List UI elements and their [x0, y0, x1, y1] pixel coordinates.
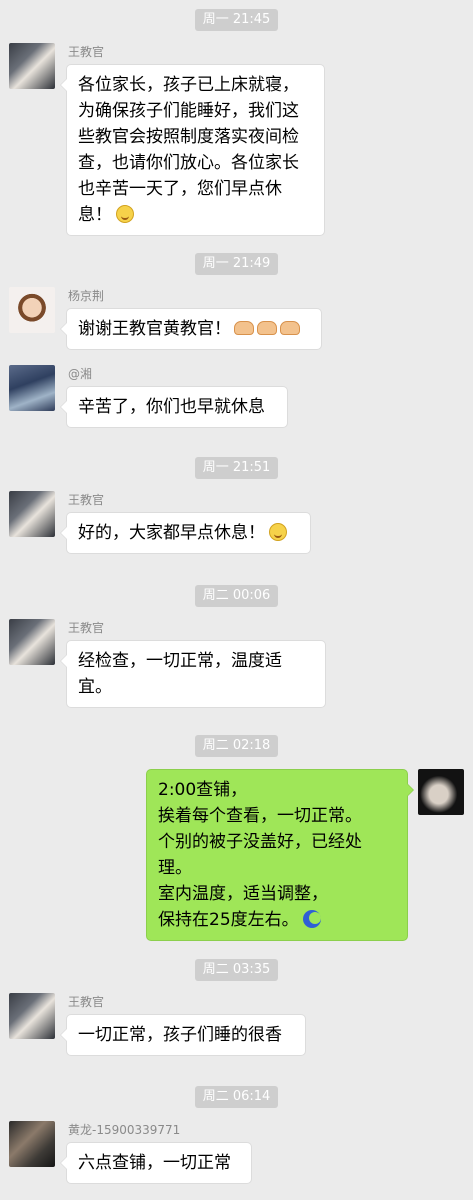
message-line: 也辛苦一天了，您们早点休 — [78, 179, 282, 199]
moon-emoji-icon — [302, 910, 321, 928]
clap-emoji-icon — [234, 321, 254, 335]
timestamp: 周一 21:45 — [0, 8, 473, 31]
message-bubble[interactable]: 经检查，一切正常，温度适 宜。 — [60, 640, 326, 708]
message-line: 个别的被子没盖好，已经处 — [158, 832, 362, 852]
timestamp: 周一 21:51 — [0, 456, 473, 479]
avatar[interactable] — [9, 365, 55, 411]
sender-name: 王教官 — [68, 621, 105, 635]
message-line: 室内温度，适当调整， — [158, 884, 328, 904]
message-line: 各位家长，孩子已上床就寝， — [78, 75, 299, 95]
message-line: 宜。 — [78, 677, 112, 697]
message-bubble[interactable]: 六点查铺，一切正常 — [60, 1142, 252, 1184]
message-line: 2:00查铺， — [158, 780, 248, 800]
smile-emoji-icon — [269, 523, 287, 541]
clap-emoji-icon — [280, 321, 300, 335]
timestamp: 周二 02:18 — [0, 734, 473, 757]
sender-name: 王教官 — [68, 45, 105, 59]
avatar[interactable] — [418, 769, 464, 815]
message-line: 保持在25度左右。 — [158, 910, 299, 930]
avatar[interactable] — [9, 993, 55, 1039]
message-line: 辛苦了，你们也早就休息 — [78, 397, 265, 417]
message-line: 些教官会按照制度落实夜间检 — [78, 127, 299, 147]
message-line: 经检查，一切正常，温度适 — [78, 651, 282, 671]
sender-name: @湘 — [68, 367, 93, 381]
message-line: 为确保孩子们能睡好，我们这 — [78, 101, 299, 121]
sender-name: 王教官 — [68, 493, 105, 507]
timestamp: 周一 21:49 — [0, 252, 473, 275]
avatar[interactable] — [9, 619, 55, 665]
message-line: 谢谢王教官黄教官！ — [78, 319, 231, 339]
timestamp: 周二 06:14 — [0, 1085, 473, 1108]
message-bubble[interactable]: 各位家长，孩子已上床就寝， 为确保孩子们能睡好，我们这 些教官会按照制度落实夜间… — [60, 64, 325, 236]
message-line: 息！ — [78, 205, 112, 225]
message-line: 六点查铺，一切正常 — [78, 1153, 231, 1173]
clap-emoji-icon — [257, 321, 277, 335]
sender-name: 杨京荆 — [68, 289, 105, 303]
avatar[interactable] — [9, 287, 55, 333]
avatar[interactable] — [9, 1121, 55, 1167]
smile-emoji-icon — [116, 205, 134, 223]
sender-name: 王教官 — [68, 995, 105, 1009]
message-bubble[interactable]: 辛苦了，你们也早就休息 — [60, 386, 288, 428]
message-line: 查，也请你们放心。各位家长 — [78, 153, 299, 173]
message-bubble[interactable]: 好的，大家都早点休息！ — [60, 512, 311, 554]
sender-name: 黄龙-15900339771 — [68, 1123, 181, 1137]
avatar[interactable] — [9, 43, 55, 89]
message-bubble[interactable]: 谢谢王教官黄教官！ — [60, 308, 322, 350]
avatar[interactable] — [9, 491, 55, 537]
message-line: 好的，大家都早点休息！ — [78, 523, 265, 543]
timestamp: 周二 00:06 — [0, 584, 473, 607]
message-line: 挨着每个查看，一切正常。 — [158, 806, 362, 826]
message-bubble[interactable]: 一切正常，孩子们睡的很香 — [60, 1014, 306, 1056]
message-line: 一切正常，孩子们睡的很香 — [78, 1025, 282, 1045]
message-bubble[interactable]: 2:00查铺， 挨着每个查看，一切正常。 个别的被子没盖好，已经处 理。 室内温… — [146, 769, 414, 941]
timestamp: 周二 03:35 — [0, 958, 473, 981]
message-line: 理。 — [158, 858, 192, 878]
